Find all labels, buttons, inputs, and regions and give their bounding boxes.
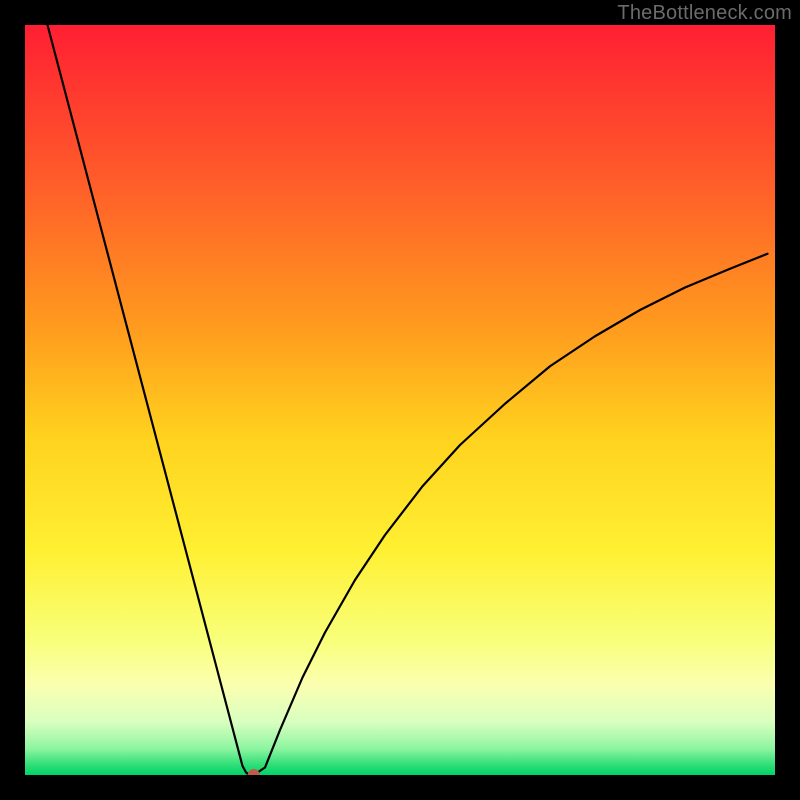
curve-layer	[25, 25, 775, 775]
bottleneck-curve	[48, 25, 768, 775]
watermark-text: TheBottleneck.com	[617, 2, 792, 25]
chart-frame: TheBottleneck.com	[0, 0, 800, 800]
optimal-point-marker	[248, 769, 260, 775]
plot-area	[25, 25, 775, 775]
